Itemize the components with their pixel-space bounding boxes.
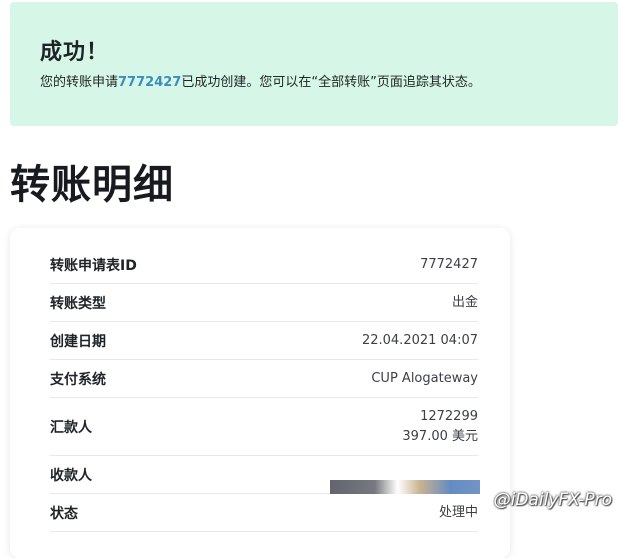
detail-value: 7772427 [420,256,478,272]
alert-text-before: 您的转账申请 [40,75,119,90]
detail-value: CUP Alogateway [371,370,478,386]
detail-label: 转账类型 [50,295,106,312]
detail-value: 1272299 397.00 美元 [402,407,478,447]
sender-amount: 397.00 美元 [402,428,478,444]
detail-value: 处理中 [438,504,478,520]
detail-label: 收款人 [50,467,92,484]
detail-row-type: 转账类型 出金 [50,284,478,322]
detail-label: 转账申请表ID [50,257,137,274]
page-title: 转账明细 [10,162,174,208]
detail-label: 汇款人 [50,419,92,436]
sender-account: 1272299 [420,408,478,424]
detail-row-request-id: 转账申请表ID 7772427 [50,246,478,284]
detail-label: 状态 [50,505,78,522]
request-id-link[interactable]: 7772427 [118,75,181,90]
detail-row-status: 状态 处理中 [50,494,478,532]
detail-row-payment-system: 支付系统 CUP Alogateway [50,360,478,398]
success-alert: 成功！ 您的转账申请7772427已成功创建。您可以在“全部转账”页面追踪其状态… [10,2,618,126]
detail-value: 22.04.2021 04:07 [361,332,478,348]
alert-message: 您的转账申请7772427已成功创建。您可以在“全部转账”页面追踪其状态。 [40,74,618,92]
detail-row-created: 创建日期 22.04.2021 04:07 [50,322,478,360]
transfer-details-card: 转账申请表ID 7772427 转账类型 出金 创建日期 22.04.2021 … [10,228,510,558]
detail-value: 出金 [451,294,478,310]
detail-label: 创建日期 [50,333,106,350]
watermark: @iDailyFX-Pro [493,490,612,510]
detail-row-sender: 汇款人 1272299 397.00 美元 [50,398,478,456]
alert-title: 成功！ [40,40,110,65]
detail-label: 支付系统 [50,371,106,388]
alert-text-after: 已成功创建。您可以在“全部转账”页面追踪其状态。 [181,75,481,90]
redacted-area [330,480,480,494]
